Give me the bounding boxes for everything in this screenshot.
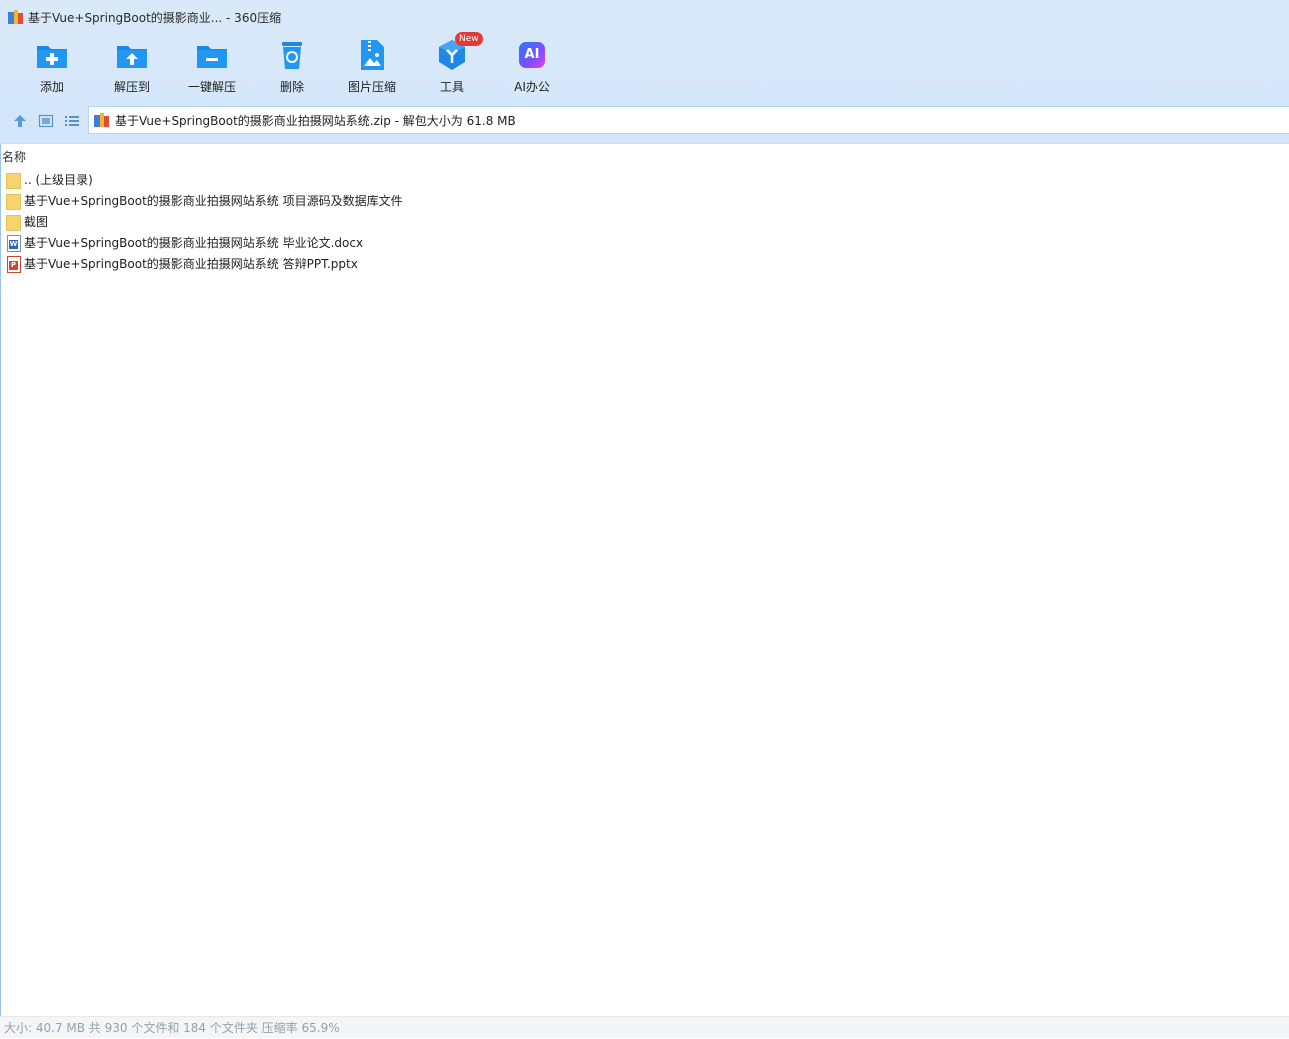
list-item-defense-pptx[interactable]: P 基于Vue+SpringBoot的摄影商业拍摄网站系统 答辩PPT.pptx [6,253,403,274]
folder-icon [6,172,21,189]
path-text: 基于Vue+SpringBoot的摄影商业拍摄网站系统.zip - 解包大小为 … [115,113,516,128]
file-rows: .. (上级目录) 基于Vue+SpringBoot的摄影商业拍摄网站系统 项目… [6,169,403,274]
file-name: .. (上级目录) [24,173,93,187]
add-label: 添加 [39,80,64,94]
delete-button[interactable]: 删除 [252,38,332,98]
up-arrow-icon[interactable] [12,113,28,129]
tools-label: 工具 [439,80,464,94]
tools-button[interactable]: New 工具 [412,32,492,98]
title-bar: 基于Vue+SpringBoot的摄影商业... - 360压缩 [8,8,281,26]
status-bar: 大小: 40.7 MB 共 930 个文件和 184 个文件夹 压缩率 65.9… [0,1016,1289,1038]
folder-icon [6,214,21,231]
new-badge: New [455,32,483,46]
delete-label: 删除 [279,80,304,94]
one-click-extract-label: 一键解压 [187,80,236,94]
list-item-source-folder[interactable]: 基于Vue+SpringBoot的摄影商业拍摄网站系统 项目源码及数据库文件 [6,190,403,211]
ai-icon-text: AI [524,47,540,62]
list-item-screenshots-folder[interactable]: 截图 [6,211,403,232]
zip-file-icon [94,112,110,128]
one-click-extract-button[interactable]: 一键解压 [172,38,252,98]
add-button[interactable]: 添加 [12,38,92,98]
file-list: 名称 .. (上级目录) 基于Vue+SpringBoot的摄影商业拍摄网站系统… [0,144,1289,1016]
file-name: 基于Vue+SpringBoot的摄影商业拍摄网站系统 毕业论文.docx [24,236,364,250]
ai-office-label: AI办公 [514,80,550,94]
image-compress-button[interactable]: 图片压缩 [332,38,412,98]
extract-to-label: 解压到 [113,80,150,94]
image-compress-label: 图片压缩 [347,80,396,94]
status-text: 大小: 40.7 MB 共 930 个文件和 184 个文件夹 压缩率 65.9… [4,1021,340,1035]
toolbar-area: 基于Vue+SpringBoot的摄影商业... - 360压缩 添加 解压到 … [0,0,1289,144]
ai-office-button[interactable]: AI AI办公 [492,38,572,98]
nav-row: 基于Vue+SpringBoot的摄影商业拍摄网站系统.zip - 解包大小为 … [0,106,1289,136]
delete-icon [275,38,309,72]
window-title: 基于Vue+SpringBoot的摄影商业... - 360压缩 [28,10,282,25]
extract-to-button[interactable]: 解压到 [92,38,172,98]
list-item-parent-dir[interactable]: .. (上级目录) [6,169,403,190]
folder-icon [6,193,21,210]
file-name: 截图 [24,215,49,229]
word-doc-icon: W [6,234,21,252]
powerpoint-icon: P [6,255,21,273]
path-bar[interactable]: 基于Vue+SpringBoot的摄影商业拍摄网站系统.zip - 解包大小为 … [88,106,1289,134]
thumbnail-view-icon[interactable] [38,113,54,129]
one-click-extract-icon [195,38,229,72]
image-compress-icon [355,38,389,72]
file-name: 基于Vue+SpringBoot的摄影商业拍摄网站系统 答辩PPT.pptx [24,257,358,271]
list-view-icon[interactable] [64,113,80,129]
add-icon [35,38,69,72]
file-name: 基于Vue+SpringBoot的摄影商业拍摄网站系统 项目源码及数据库文件 [24,194,403,208]
app-logo-icon [8,9,23,25]
main-toolbar: 添加 解压到 一键解压 删除 图片压缩 New 工具 AI AI办公 [12,32,572,98]
ai-office-icon: AI [515,38,549,72]
list-item-thesis-docx[interactable]: W 基于Vue+SpringBoot的摄影商业拍摄网站系统 毕业论文.docx [6,232,403,253]
extract-to-icon [115,38,149,72]
column-header-name[interactable]: 名称 [2,148,26,165]
